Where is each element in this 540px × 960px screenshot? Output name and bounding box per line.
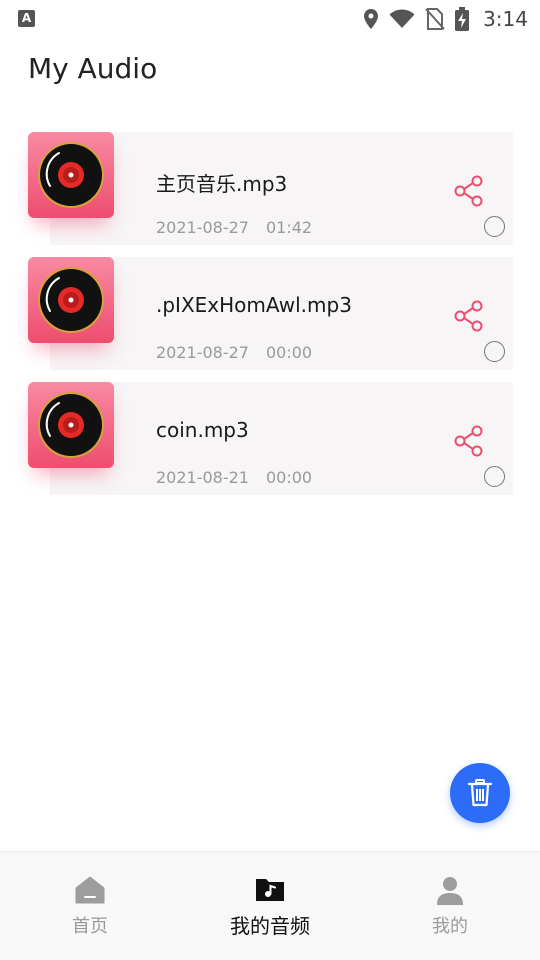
page-title: My Audio [28,52,158,85]
audio-duration: 00:00 [266,343,313,362]
audio-list-item[interactable]: 主页音乐.mp3 2021-08-27 01:42 [0,130,540,255]
audio-title: 主页音乐.mp3 [156,172,288,196]
nav-label: 我的 [432,916,468,937]
audio-date: 2021-08-27 [156,218,249,237]
battery-charging-icon [455,7,470,31]
select-radio[interactable] [484,341,505,362]
nav-label: 首页 [72,916,108,937]
audio-list-item[interactable]: .pIXExHomAwl.mp3 2021-08-27 00:00 [0,255,540,380]
nav-item-my-audio[interactable]: 我的音频 [180,852,360,960]
no-sim-icon [425,8,445,30]
audio-title: .pIXExHomAwl.mp3 [156,293,352,317]
audio-date: 2021-08-21 [156,468,249,487]
audio-list-item[interactable]: coin.mp3 2021-08-21 00:00 [0,380,540,505]
nav-item-mine[interactable]: 我的 [360,852,540,960]
select-radio[interactable] [484,216,505,237]
audio-duration: 01:42 [266,218,313,237]
vinyl-record-icon [28,132,114,218]
vinyl-record-icon [28,382,114,468]
status-bar: A 3:14 [0,0,540,38]
wifi-icon [389,9,415,28]
person-icon [437,877,463,905]
music-folder-icon [256,879,284,901]
audio-duration: 00:00 [266,468,313,487]
trash-icon [467,779,493,807]
nav-item-home[interactable]: 首页 [0,852,180,960]
select-radio[interactable] [484,466,505,487]
notification-a-icon: A [18,10,35,27]
nav-label: 我的音频 [230,914,310,938]
location-icon [364,9,379,29]
share-icon[interactable] [452,299,486,333]
audio-title: coin.mp3 [156,418,249,442]
vinyl-record-icon [28,257,114,343]
audio-list: 主页音乐.mp3 2021-08-27 01:42 .pIXExHomAwl.m… [0,130,540,505]
home-icon [75,876,105,904]
audio-date: 2021-08-27 [156,343,249,362]
status-time: 3:14 [483,7,528,31]
share-icon[interactable] [452,174,486,208]
share-icon[interactable] [452,424,486,458]
bottom-nav: 首页 我的音频 我的 [0,851,540,960]
delete-button[interactable] [450,763,510,823]
